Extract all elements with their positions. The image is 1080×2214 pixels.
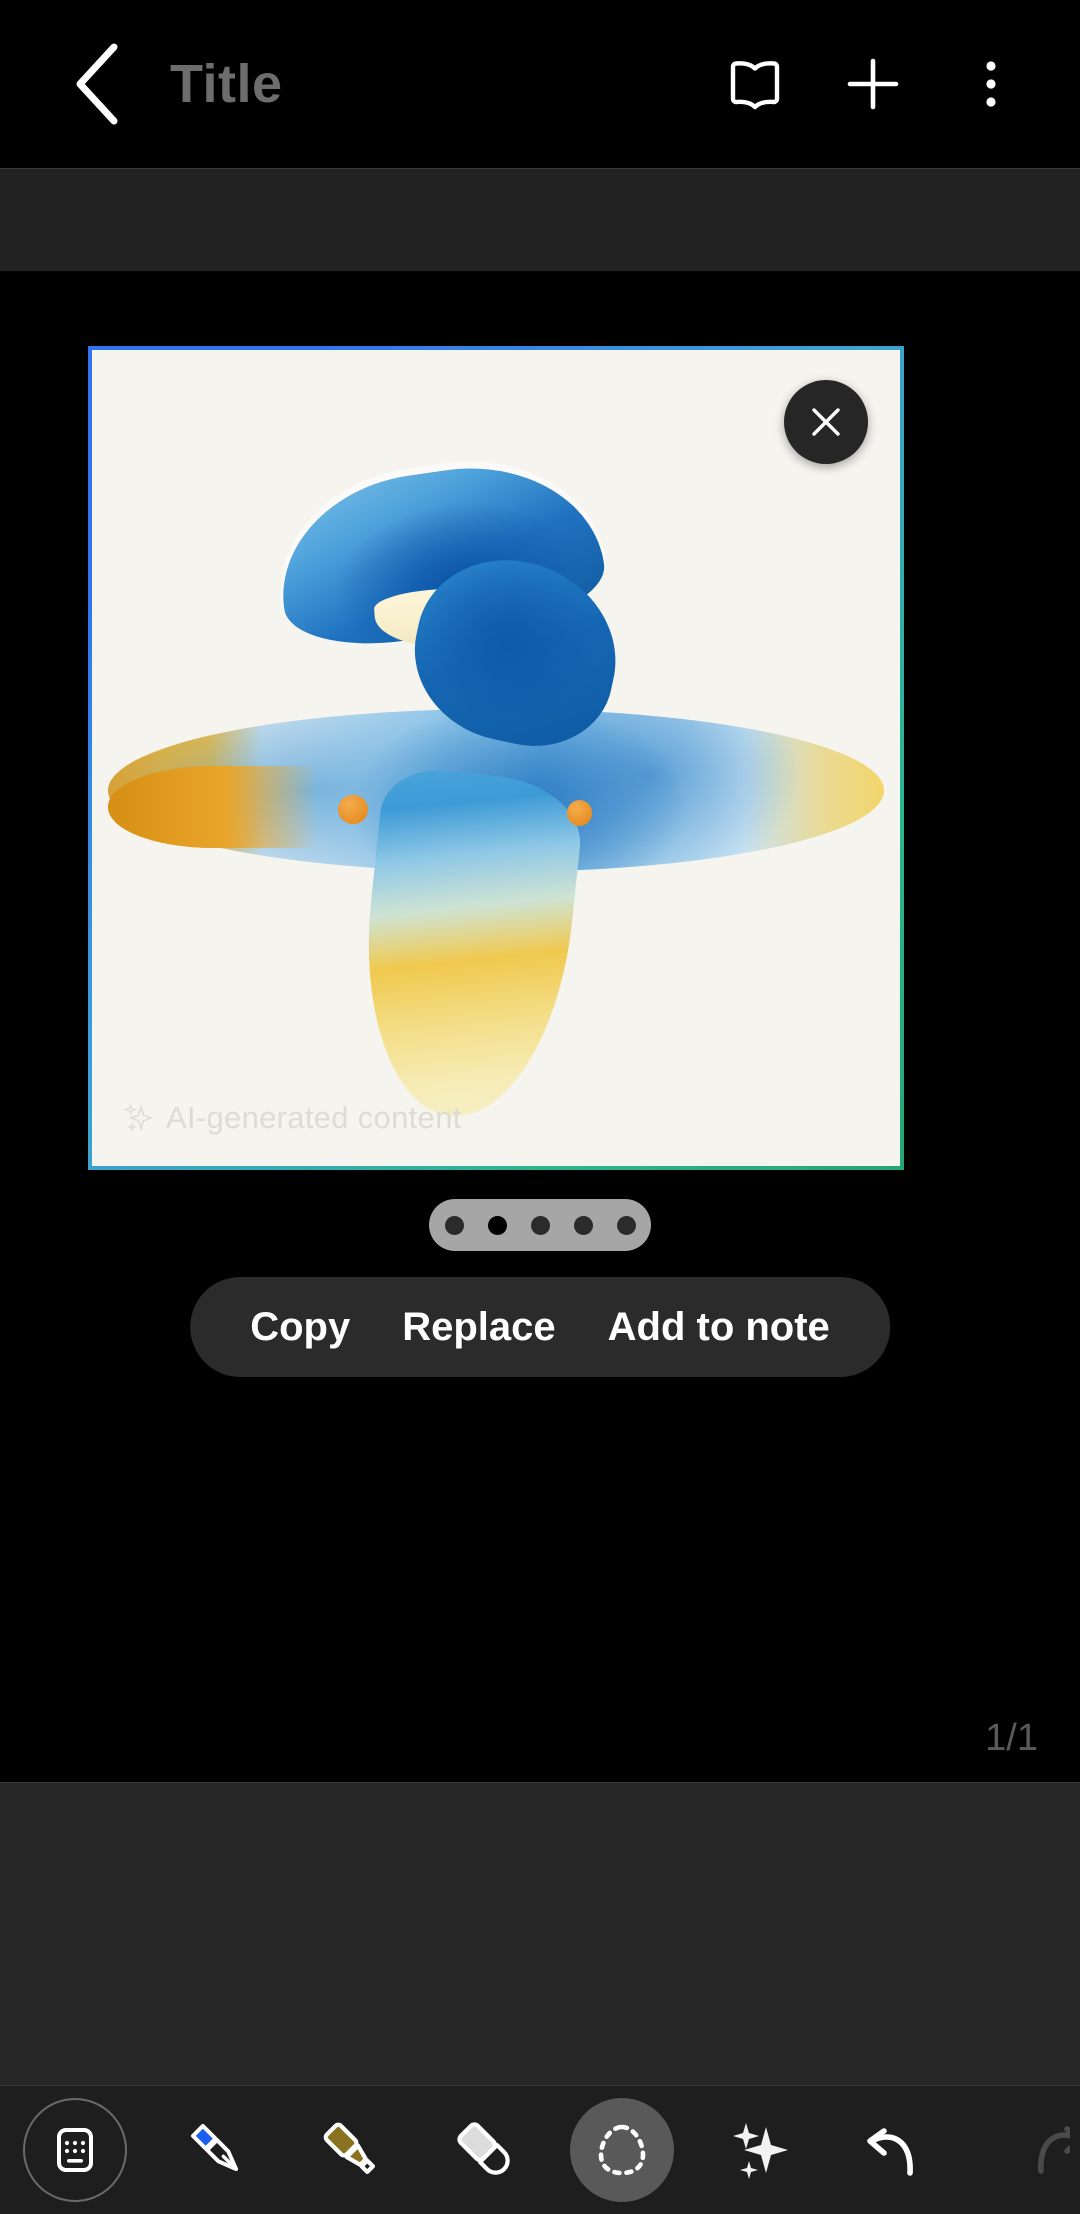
close-icon bbox=[812, 408, 840, 436]
note-editor-screen: Title AI-generated content Copy Replace … bbox=[0, 0, 1080, 2214]
ai-assist-tool-button[interactable] bbox=[692, 2086, 826, 2214]
artwork-eye-left bbox=[338, 794, 368, 825]
highlighter-tool-button[interactable] bbox=[284, 2086, 418, 2214]
pen-tool-button[interactable] bbox=[150, 2086, 284, 2214]
page-counter: 1/1 bbox=[985, 1717, 1038, 1759]
drawing-toolbar bbox=[0, 2085, 1080, 2214]
redo-button[interactable] bbox=[960, 2086, 1070, 2214]
lasso-tool-ring bbox=[570, 2098, 674, 2202]
image-pagination-dots[interactable] bbox=[429, 1199, 651, 1251]
replace-button[interactable]: Replace bbox=[376, 1305, 581, 1350]
close-image-button[interactable] bbox=[784, 380, 868, 464]
format-toolbar[interactable] bbox=[0, 168, 1080, 272]
pen-icon bbox=[190, 2123, 239, 2172]
note-canvas[interactable]: AI-generated content Copy Replace Add to… bbox=[0, 272, 1080, 1782]
pagination-dot[interactable] bbox=[530, 1215, 550, 1235]
reading-mode-button[interactable] bbox=[696, 25, 814, 143]
pagination-dot-active[interactable] bbox=[487, 1215, 507, 1235]
sparkle-icon bbox=[733, 2123, 788, 2179]
artwork-left-tip bbox=[108, 766, 319, 848]
sparkle-icon bbox=[123, 1102, 154, 1132]
keyboard-tool-ring bbox=[23, 2098, 127, 2202]
undo-button[interactable] bbox=[826, 2086, 960, 2214]
lasso-select-tool-button[interactable] bbox=[552, 2086, 692, 2214]
keyboard-icon bbox=[57, 2128, 93, 2172]
more-options-button[interactable] bbox=[932, 25, 1050, 143]
kebab-menu-icon bbox=[986, 61, 996, 107]
app-bar: Title bbox=[0, 0, 1080, 168]
eraser-tool-button[interactable] bbox=[418, 2086, 552, 2214]
back-chevron-icon bbox=[76, 43, 118, 125]
book-icon bbox=[730, 61, 780, 110]
lower-pane bbox=[0, 1782, 1080, 2085]
artwork-lower-fin bbox=[349, 764, 587, 1127]
ai-generated-watermark: AI-generated content bbox=[122, 1100, 462, 1136]
watermark-label: AI-generated content bbox=[166, 1100, 462, 1135]
pagination-dot[interactable] bbox=[573, 1215, 593, 1235]
generated-image-card[interactable]: AI-generated content bbox=[88, 346, 904, 1170]
app-bar-actions bbox=[696, 25, 1080, 143]
copy-button[interactable]: Copy bbox=[224, 1305, 376, 1350]
back-button[interactable] bbox=[42, 29, 152, 139]
eraser-icon bbox=[457, 2122, 510, 2175]
lasso-select-icon bbox=[598, 2124, 646, 2176]
artwork-eye-right bbox=[567, 800, 593, 826]
image-action-bar: Copy Replace Add to note bbox=[190, 1277, 890, 1377]
pagination-dot[interactable] bbox=[444, 1215, 464, 1235]
redo-arrow-icon bbox=[1038, 2125, 1070, 2174]
keyboard-tool-button[interactable] bbox=[0, 2086, 150, 2214]
undo-arrow-icon bbox=[867, 2128, 913, 2176]
plus-icon bbox=[847, 58, 899, 110]
generated-image: AI-generated content bbox=[92, 350, 900, 1166]
highlighter-icon bbox=[323, 2122, 376, 2175]
page-title[interactable]: Title bbox=[170, 53, 283, 115]
pagination-dot[interactable] bbox=[616, 1215, 636, 1235]
add-to-note-button[interactable]: Add to note bbox=[582, 1305, 856, 1350]
insert-button[interactable] bbox=[814, 25, 932, 143]
redo-arrow-clip bbox=[1023, 2113, 1070, 2188]
